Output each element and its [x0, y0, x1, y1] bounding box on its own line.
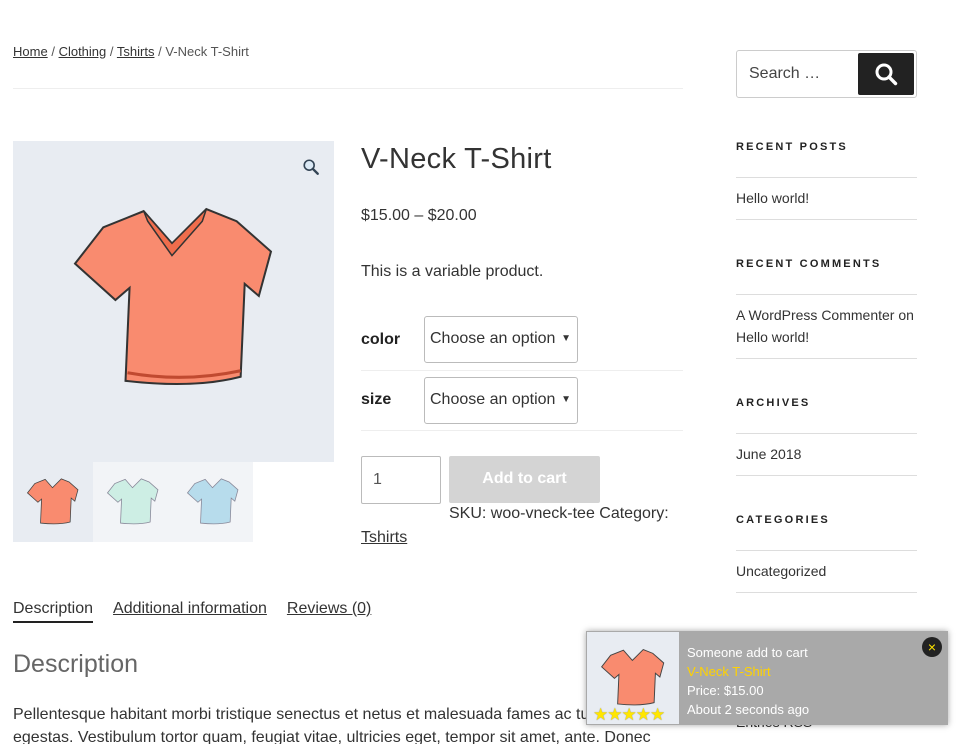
product-sku: SKU: woo-vneck-tee Category:: [449, 505, 669, 522]
variation-row-size: size Choose an option ▼: [361, 371, 683, 431]
tshirt-thumb-icon: [27, 478, 79, 525]
breadcrumb-home[interactable]: Home: [13, 44, 48, 59]
recent-comments-list: A WordPress Commenter on Hello world!: [736, 294, 917, 359]
tshirt-thumb-icon: [107, 478, 159, 525]
tab-reviews[interactable]: Reviews (0): [287, 600, 371, 623]
dropdown-arrow-icon: ▼: [561, 394, 571, 405]
popup-price: Price: $15.00: [687, 683, 764, 698]
popup-time: About 2 seconds ago: [687, 702, 810, 717]
magnifier-icon[interactable]: [302, 158, 320, 176]
tshirt-thumb-icon: [187, 478, 239, 525]
widget-title-archives: ARCHIVES: [736, 397, 811, 409]
category-item-link[interactable]: Uncategorized: [736, 551, 917, 593]
product-thumbnails: [13, 462, 253, 542]
breadcrumb-current: V-Neck T-Shirt: [165, 44, 249, 59]
add-to-cart-button[interactable]: Add to cart: [449, 456, 600, 503]
breadcrumb-clothing[interactable]: Clothing: [59, 44, 107, 59]
close-icon[interactable]: ×: [922, 637, 942, 657]
breadcrumb-tshirts[interactable]: Tshirts: [117, 44, 155, 59]
popup-headline: Someone add to cart: [687, 645, 808, 660]
tab-description[interactable]: Description: [13, 600, 94, 623]
description-heading: Description: [13, 650, 139, 678]
product-price: $15.00 – $20.00: [361, 207, 477, 224]
description-text: Pellentesque habitant morbi tristique se…: [13, 703, 683, 744]
product-category: Tshirts: [361, 529, 407, 547]
variation-label: size: [361, 391, 392, 408]
breadcrumb: Home / Clothing / Tshirts / V-Neck T-Shi…: [13, 44, 249, 59]
thumbnail-orange[interactable]: [13, 462, 93, 542]
tab-additional-information[interactable]: Additional information: [113, 600, 267, 623]
widget-title-recent-comments: RECENT COMMENTS: [736, 258, 882, 270]
size-select[interactable]: Choose an option ▼: [424, 377, 578, 424]
search-button[interactable]: [858, 53, 914, 95]
product-tabs: Description Additional information Revie…: [13, 600, 371, 623]
variation-row-color: color Choose an option ▼: [361, 311, 683, 371]
rating-stars: ★★★★★: [593, 705, 665, 724]
thumbnail-mint[interactable]: [93, 462, 173, 542]
description-line: Pellentesque habitant morbi tristique se…: [13, 706, 616, 723]
recent-posts-list: Hello world!: [736, 177, 917, 220]
recent-comment-link[interactable]: A WordPress Commenter on Hello world!: [736, 295, 917, 359]
dropdown-arrow-icon: ▼: [561, 333, 571, 344]
recent-post-link[interactable]: Hello world!: [736, 178, 917, 220]
color-select[interactable]: Choose an option ▼: [424, 316, 578, 363]
category-link[interactable]: Tshirts: [361, 529, 407, 546]
variation-label: color: [361, 331, 401, 348]
breadcrumb-separator: /: [51, 44, 55, 59]
widget-title-recent-posts: RECENT POSTS: [736, 141, 848, 153]
popup-product-image: ★★★★★: [587, 632, 679, 724]
product-title: V-Neck T-Shirt: [361, 143, 552, 175]
product-short-description: This is a variable product.: [361, 263, 544, 280]
search-icon: [875, 63, 898, 86]
breadcrumb-separator: /: [109, 44, 114, 59]
popup-text: Someone add to cart V-Neck T-Shirt Price…: [687, 643, 809, 719]
select-value: Choose an option: [430, 330, 556, 347]
quantity-input[interactable]: 1: [361, 456, 441, 504]
tshirt-image: [73, 207, 273, 386]
search-input[interactable]: Search …: [749, 65, 820, 83]
product-main-image[interactable]: [13, 141, 334, 462]
search-form: Search …: [736, 50, 917, 98]
popup-product-link[interactable]: V-Neck T-Shirt: [687, 662, 809, 681]
divider: [13, 88, 683, 89]
breadcrumb-separator: /: [158, 44, 162, 59]
categories-list: Uncategorized: [736, 550, 917, 593]
tshirt-image: [601, 648, 665, 706]
archives-list: June 2018: [736, 433, 917, 476]
sales-notification-popup[interactable]: ★★★★★ Someone add to cart V-Neck T-Shirt…: [586, 631, 948, 725]
thumbnail-blue[interactable]: [173, 462, 253, 542]
archive-link[interactable]: June 2018: [736, 434, 917, 476]
select-value: Choose an option: [430, 391, 556, 408]
description-line: egestas. Vestibulum tortor quam, feugiat…: [13, 729, 651, 744]
widget-title-categories: CATEGORIES: [736, 514, 830, 526]
